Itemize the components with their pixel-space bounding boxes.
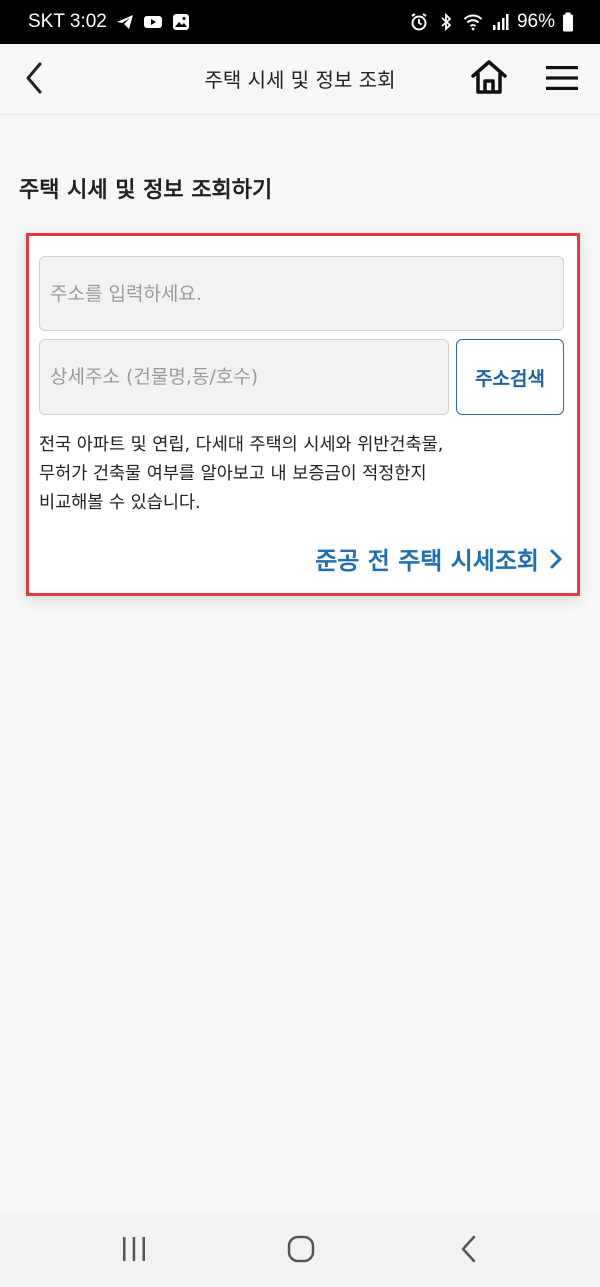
wifi-icon: [463, 14, 483, 31]
battery-percent: 96%: [516, 11, 555, 32]
gallery-icon: [172, 14, 189, 30]
pre-completion-price-link-label: 준공 전 주택 시세조회: [315, 547, 539, 575]
description-text: 전국 아파트 및 연립, 다세대 주택의 시세와 위반건축물, 무허가 건축물 …: [39, 435, 444, 513]
detail-address-input[interactable]: [39, 339, 449, 415]
address-input[interactable]: [39, 256, 564, 331]
nav-back-icon[interactable]: [458, 1234, 480, 1264]
telegram-icon: [116, 15, 133, 29]
section-heading: 주택 시세 및 정보 조회하기: [19, 178, 273, 203]
status-bar: SKT 3:02 96%: [0, 0, 600, 44]
hamburger-menu-icon[interactable]: [544, 62, 580, 94]
page-title: 주택 시세 및 정보 조회: [204, 68, 396, 92]
app-bar: 주택 시세 및 정보 조회: [0, 44, 600, 115]
carrier-time: SKT 3:02: [28, 11, 107, 32]
system-navigation-bar: [0, 1212, 600, 1287]
address-search-card: 주소검색 전국 아파트 및 연립, 다세대 주택의 시세와 위반건축물, 무허가…: [26, 233, 580, 596]
address-search-button[interactable]: 주소검색: [456, 339, 564, 415]
bluetooth-icon: [441, 12, 452, 32]
alarm-icon: [411, 13, 427, 31]
signal-icon: [492, 14, 509, 30]
battery-icon: [563, 12, 573, 32]
youtube-icon: [143, 16, 162, 28]
pre-completion-price-link[interactable]: 준공 전 주택 시세조회: [315, 541, 563, 576]
nav-home-icon[interactable]: [286, 1234, 316, 1264]
recent-apps-icon[interactable]: [120, 1236, 148, 1262]
home-icon[interactable]: [468, 56, 510, 98]
chevron-right-icon: [550, 549, 562, 568]
